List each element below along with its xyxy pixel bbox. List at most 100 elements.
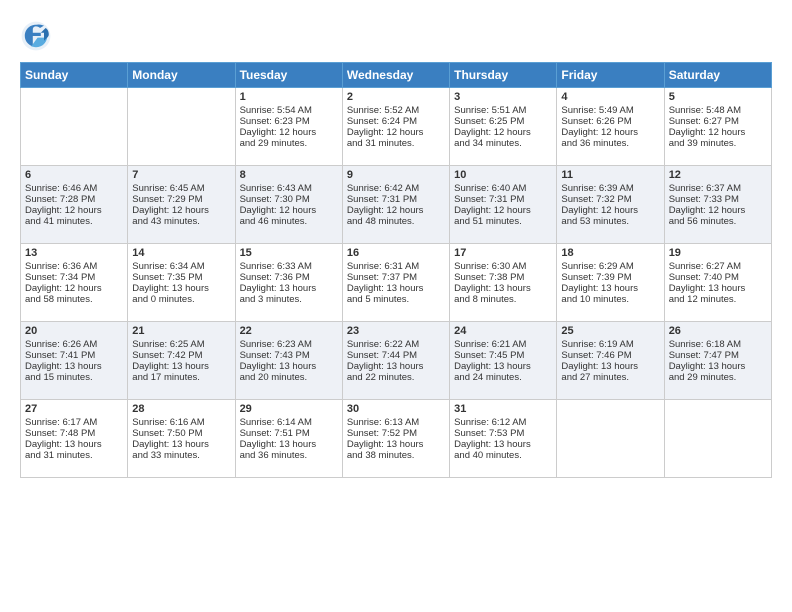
day-info: Sunrise: 6:29 AM [561,261,659,272]
day-info: Sunrise: 5:49 AM [561,105,659,116]
day-info: Sunset: 7:29 PM [132,194,230,205]
calendar-cell: 9Sunrise: 6:42 AMSunset: 7:31 PMDaylight… [342,166,449,244]
day-info: Sunrise: 6:19 AM [561,339,659,350]
calendar-cell: 4Sunrise: 5:49 AMSunset: 6:26 PMDaylight… [557,88,664,166]
day-number: 27 [25,403,123,415]
day-number: 2 [347,91,445,103]
day-number: 12 [669,169,767,181]
day-info: Sunset: 7:44 PM [347,350,445,361]
day-number: 26 [669,325,767,337]
day-info: Sunset: 7:32 PM [561,194,659,205]
day-info: Sunrise: 6:37 AM [669,183,767,194]
day-info: Sunset: 7:52 PM [347,428,445,439]
day-info: Daylight: 13 hours [454,439,552,450]
day-info: Daylight: 12 hours [347,205,445,216]
calendar-cell: 21Sunrise: 6:25 AMSunset: 7:42 PMDayligh… [128,322,235,400]
calendar-cell: 14Sunrise: 6:34 AMSunset: 7:35 PMDayligh… [128,244,235,322]
calendar-cell: 18Sunrise: 6:29 AMSunset: 7:39 PMDayligh… [557,244,664,322]
calendar-cell: 13Sunrise: 6:36 AMSunset: 7:34 PMDayligh… [21,244,128,322]
day-info: Daylight: 13 hours [347,283,445,294]
header-friday: Friday [557,63,664,88]
day-info: Sunset: 7:50 PM [132,428,230,439]
day-number: 21 [132,325,230,337]
day-info: Sunrise: 5:54 AM [240,105,338,116]
logo-icon [20,20,52,52]
calendar-table: SundayMondayTuesdayWednesdayThursdayFrid… [20,62,772,478]
day-info: Sunrise: 6:16 AM [132,417,230,428]
day-info: and 3 minutes. [240,294,338,305]
day-info: Sunset: 7:28 PM [25,194,123,205]
day-info: Daylight: 13 hours [132,283,230,294]
day-info: Daylight: 13 hours [561,283,659,294]
calendar-cell: 7Sunrise: 6:45 AMSunset: 7:29 PMDaylight… [128,166,235,244]
day-info: Sunset: 7:51 PM [240,428,338,439]
calendar-cell: 28Sunrise: 6:16 AMSunset: 7:50 PMDayligh… [128,400,235,478]
calendar-cell: 5Sunrise: 5:48 AMSunset: 6:27 PMDaylight… [664,88,771,166]
day-number: 25 [561,325,659,337]
day-info: Sunrise: 6:23 AM [240,339,338,350]
day-info: Daylight: 13 hours [347,361,445,372]
day-number: 10 [454,169,552,181]
day-info: and 51 minutes. [454,216,552,227]
day-info: and 38 minutes. [347,450,445,461]
calendar-header-row: SundayMondayTuesdayWednesdayThursdayFrid… [21,63,772,88]
day-number: 8 [240,169,338,181]
day-number: 22 [240,325,338,337]
day-number: 19 [669,247,767,259]
day-info: Sunrise: 6:25 AM [132,339,230,350]
calendar-week-5: 27Sunrise: 6:17 AMSunset: 7:48 PMDayligh… [21,400,772,478]
header-wednesday: Wednesday [342,63,449,88]
day-number: 30 [347,403,445,415]
day-info: Sunset: 7:46 PM [561,350,659,361]
day-info: Daylight: 13 hours [25,361,123,372]
calendar-cell: 1Sunrise: 5:54 AMSunset: 6:23 PMDaylight… [235,88,342,166]
day-number: 4 [561,91,659,103]
day-info: Daylight: 13 hours [669,283,767,294]
day-info: Daylight: 12 hours [25,205,123,216]
calendar-cell: 29Sunrise: 6:14 AMSunset: 7:51 PMDayligh… [235,400,342,478]
calendar-cell: 24Sunrise: 6:21 AMSunset: 7:45 PMDayligh… [450,322,557,400]
day-info: Daylight: 13 hours [347,439,445,450]
day-info: Sunset: 7:34 PM [25,272,123,283]
day-info: and 39 minutes. [669,138,767,149]
day-info: and 56 minutes. [669,216,767,227]
day-info: Sunrise: 6:17 AM [25,417,123,428]
day-info: Sunrise: 6:30 AM [454,261,552,272]
day-info: Sunrise: 6:33 AM [240,261,338,272]
day-number: 9 [347,169,445,181]
day-info: Sunset: 6:26 PM [561,116,659,127]
day-info: Sunrise: 6:27 AM [669,261,767,272]
day-info: and 20 minutes. [240,372,338,383]
day-number: 3 [454,91,552,103]
day-info: Sunrise: 5:48 AM [669,105,767,116]
logo [20,20,56,52]
calendar-cell [128,88,235,166]
day-info: Sunrise: 6:13 AM [347,417,445,428]
day-number: 1 [240,91,338,103]
day-info: Sunrise: 6:40 AM [454,183,552,194]
day-info: Daylight: 13 hours [240,361,338,372]
calendar-cell: 17Sunrise: 6:30 AMSunset: 7:38 PMDayligh… [450,244,557,322]
day-info: Daylight: 12 hours [240,205,338,216]
day-info: Daylight: 12 hours [454,127,552,138]
day-info: Sunrise: 5:52 AM [347,105,445,116]
day-number: 14 [132,247,230,259]
day-info: Daylight: 12 hours [25,283,123,294]
header-sunday: Sunday [21,63,128,88]
day-number: 17 [454,247,552,259]
calendar-week-2: 6Sunrise: 6:46 AMSunset: 7:28 PMDaylight… [21,166,772,244]
day-info: and 22 minutes. [347,372,445,383]
day-info: Sunrise: 6:31 AM [347,261,445,272]
day-info: Sunrise: 6:43 AM [240,183,338,194]
calendar-cell: 20Sunrise: 6:26 AMSunset: 7:41 PMDayligh… [21,322,128,400]
day-info: Sunrise: 6:45 AM [132,183,230,194]
calendar-cell [21,88,128,166]
day-info: and 36 minutes. [561,138,659,149]
day-info: Sunrise: 6:26 AM [25,339,123,350]
day-number: 13 [25,247,123,259]
calendar-cell: 15Sunrise: 6:33 AMSunset: 7:36 PMDayligh… [235,244,342,322]
day-info: Daylight: 13 hours [454,361,552,372]
day-info: and 53 minutes. [561,216,659,227]
day-info: Daylight: 13 hours [561,361,659,372]
day-info: and 34 minutes. [454,138,552,149]
